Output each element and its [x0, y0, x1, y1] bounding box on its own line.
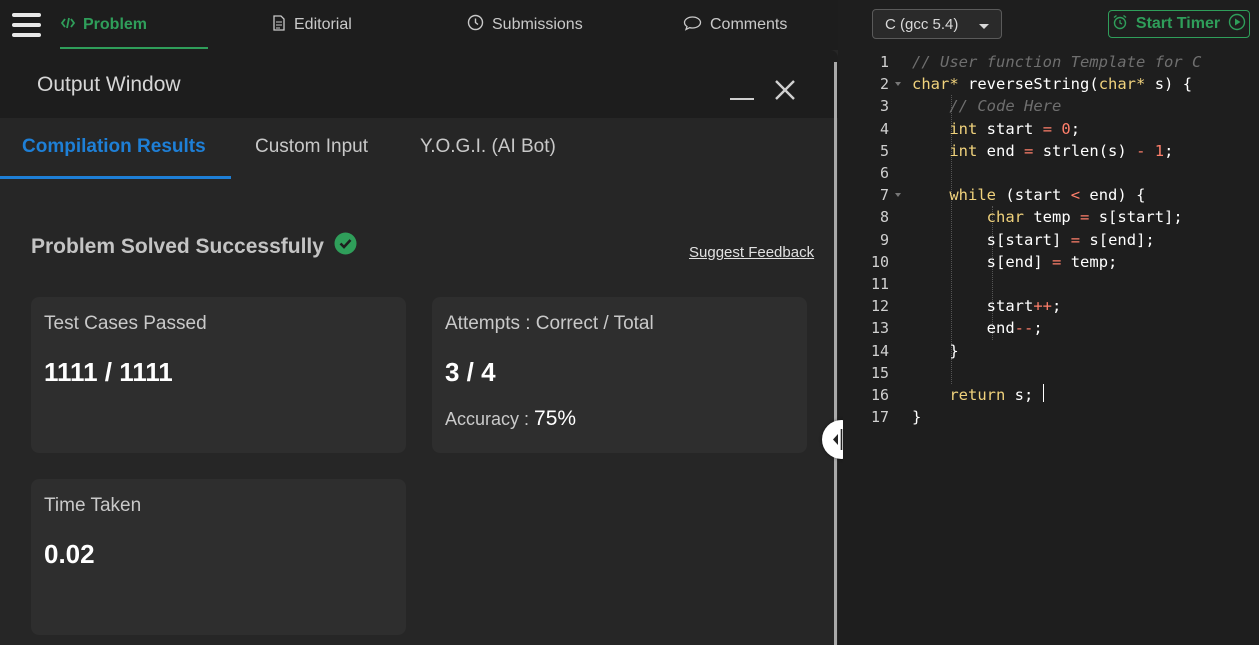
line-number: 11	[870, 275, 889, 293]
tab-problem[interactable]: Problem	[60, 14, 148, 36]
line-number: 2	[879, 75, 889, 94]
code-line: end--;	[986, 319, 1043, 338]
line-number: 17	[870, 408, 889, 427]
line-number: 15	[870, 363, 889, 382]
code-line: }	[949, 341, 959, 360]
output-tabs: Compilation Results Custom Input Y.O.G.I…	[0, 118, 838, 179]
line-number: 16	[870, 386, 889, 404]
line-number: 1	[879, 53, 889, 71]
line-number: 7	[879, 186, 889, 205]
test-cases-label: Test Cases Passed	[44, 313, 207, 334]
tab-comments-label: Comments	[710, 16, 788, 33]
line-number: 13	[870, 319, 889, 338]
line-number: 6	[879, 164, 889, 182]
test-cases-card: Test Cases Passed 1111 / 1111	[31, 297, 406, 453]
line-number: 9	[879, 230, 889, 249]
output-scrollbar[interactable]	[834, 62, 837, 645]
start-timer-button[interactable]: Start Timer	[1108, 10, 1250, 38]
problem-pane: Problem Editorial Submissions Comments O…	[0, 0, 838, 645]
check-circle-icon	[334, 232, 357, 261]
code-line: char temp = s[start];	[986, 208, 1183, 227]
tab-compilation-results[interactable]: Compilation Results	[22, 136, 206, 158]
attempts-label: Attempts : Correct / Total	[445, 313, 654, 334]
comment-icon	[683, 15, 702, 36]
code-editor[interactable]: // User function Template for C char* rev…	[907, 49, 1259, 645]
code-line: // Code Here	[949, 97, 1062, 116]
tab-editorial[interactable]: Editorial	[272, 14, 352, 36]
time-taken-label: Time Taken	[44, 495, 142, 516]
tab-custom-input[interactable]: Custom Input	[255, 136, 368, 158]
play-circle-icon	[1228, 13, 1246, 36]
editor-pane: C (gcc 5.4) Start Timer 1 2 3 4 5 6 7 8 9 10 11 12 1…	[843, 0, 1259, 645]
line-number: 3	[879, 97, 889, 116]
time-taken-card: Time Taken 0.02	[31, 479, 406, 635]
alarm-clock-icon	[1112, 14, 1128, 35]
start-timer-label: Start Timer	[1135, 15, 1221, 32]
minimize-icon[interactable]	[730, 80, 754, 100]
output-window: Output Window Compilation Results Custom…	[0, 50, 838, 645]
tab-comments[interactable]: Comments	[683, 14, 787, 36]
code-line: // User function Template for C	[912, 53, 1202, 71]
accuracy-label: Accuracy :	[445, 409, 530, 429]
tab-editorial-label: Editorial	[294, 16, 352, 33]
code-line: return s;	[949, 386, 1034, 404]
status-text: Problem Solved Successfully	[31, 234, 324, 258]
status-message: Problem Solved Successfully	[31, 232, 357, 261]
fold-arrow-icon[interactable]	[895, 82, 901, 87]
line-number: 5	[879, 141, 889, 160]
code-icon	[60, 16, 76, 35]
code-line: s[end] = temp;	[986, 252, 1118, 271]
line-number: 8	[879, 208, 889, 227]
text-cursor	[1043, 384, 1044, 402]
close-icon[interactable]	[772, 77, 798, 103]
document-icon	[272, 14, 286, 36]
accuracy: Accuracy : 75%	[445, 407, 576, 431]
language-select[interactable]: C (gcc 5.4)	[872, 9, 1002, 39]
line-number: 10	[870, 252, 889, 271]
code-line: while (start < end) {	[949, 186, 1146, 205]
menu-icon[interactable]	[12, 11, 42, 39]
tab-submissions[interactable]: Submissions	[467, 14, 583, 36]
line-number: 12	[870, 297, 889, 316]
code-line: s[start] = s[end];	[986, 230, 1155, 249]
active-tab-indicator	[60, 47, 208, 49]
top-navigation: Problem Editorial Submissions Comments	[0, 0, 838, 50]
time-taken-value: 0.02	[44, 539, 95, 569]
suggest-feedback-link[interactable]: Suggest Feedback	[689, 244, 814, 261]
line-number: 14	[870, 341, 889, 360]
line-number-gutter: 1 2 3 4 5 6 7 8 9 10 11 12 13 14 15 16 17	[843, 49, 907, 645]
accuracy-value: 75%	[534, 407, 577, 430]
code-line: char* reverseString(char* s) {	[912, 75, 1193, 94]
attempts-value: 3 / 4	[445, 357, 496, 387]
code-line: int end = strlen(s) - 1;	[949, 141, 1174, 160]
line-number: 4	[879, 119, 889, 138]
fold-arrow-icon[interactable]	[895, 193, 901, 198]
active-output-tab-indicator	[0, 176, 231, 179]
output-window-header: Output Window	[0, 50, 838, 118]
language-select-value: C (gcc 5.4)	[885, 16, 959, 33]
test-cases-value: 1111 / 1111	[44, 357, 173, 387]
code-line: int start = 0;	[949, 119, 1081, 138]
attempts-card: Attempts : Correct / Total 3 / 4 Accurac…	[432, 297, 807, 453]
code-line: start++;	[986, 297, 1062, 316]
clock-icon	[467, 14, 484, 36]
code-line: }	[912, 408, 922, 427]
chevron-down-icon	[979, 24, 989, 29]
output-window-title: Output Window	[37, 73, 181, 96]
tab-yogi-ai-bot[interactable]: Y.O.G.I. (AI Bot)	[420, 136, 556, 158]
tab-problem-label: Problem	[83, 16, 148, 33]
tab-submissions-label: Submissions	[492, 16, 583, 33]
